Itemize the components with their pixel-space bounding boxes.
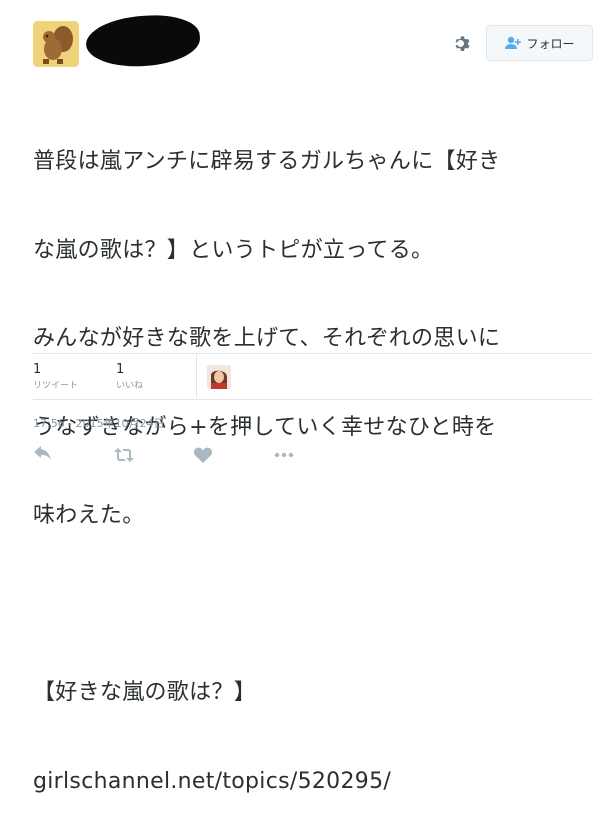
stats-divider [196, 354, 197, 398]
more-icon[interactable] [273, 446, 295, 466]
tweet-timestamp[interactable]: 17:56 - 2015年10月24日 [33, 415, 165, 431]
follow-button-label: フォロー [526, 36, 575, 51]
reply-icon[interactable] [33, 446, 55, 466]
retweet-label: リツイート [33, 381, 79, 391]
retweet-icon[interactable] [113, 446, 135, 466]
tweet-line: みんなが好きな歌を上げて、それぞれの思いに [33, 326, 501, 351]
tweet-line: な嵐の歌は？】というトピが立ってる。 [33, 237, 434, 263]
retweet-stat[interactable]: 1 リツイート [33, 362, 103, 393]
like-stat[interactable]: 1 いいね [116, 362, 186, 393]
liker-avatar[interactable] [207, 365, 231, 389]
like-label: いいね [116, 381, 144, 391]
divider [33, 399, 593, 400]
liker-avatar-image [207, 365, 231, 389]
tweet-link[interactable]: girlschannel.net/topics/520295/ [33, 769, 391, 794]
gear-icon[interactable] [452, 34, 472, 54]
redacted-username [84, 12, 202, 70]
divider [33, 353, 593, 354]
tweet-line: 味わえた。 [33, 503, 145, 528]
add-user-icon [504, 36, 522, 50]
follow-button[interactable]: フォロー [486, 25, 593, 61]
retweet-count: 1 [33, 362, 42, 377]
like-icon[interactable] [193, 446, 215, 466]
avatar[interactable] [33, 21, 79, 67]
tweet-line: 普段は嵐アンチに辟易するガルちゃんに【好き [33, 149, 501, 174]
like-count: 1 [116, 362, 125, 377]
quote-title: 【好きな嵐の歌は？】 [33, 680, 257, 705]
squirrel-avatar-image [33, 21, 79, 67]
